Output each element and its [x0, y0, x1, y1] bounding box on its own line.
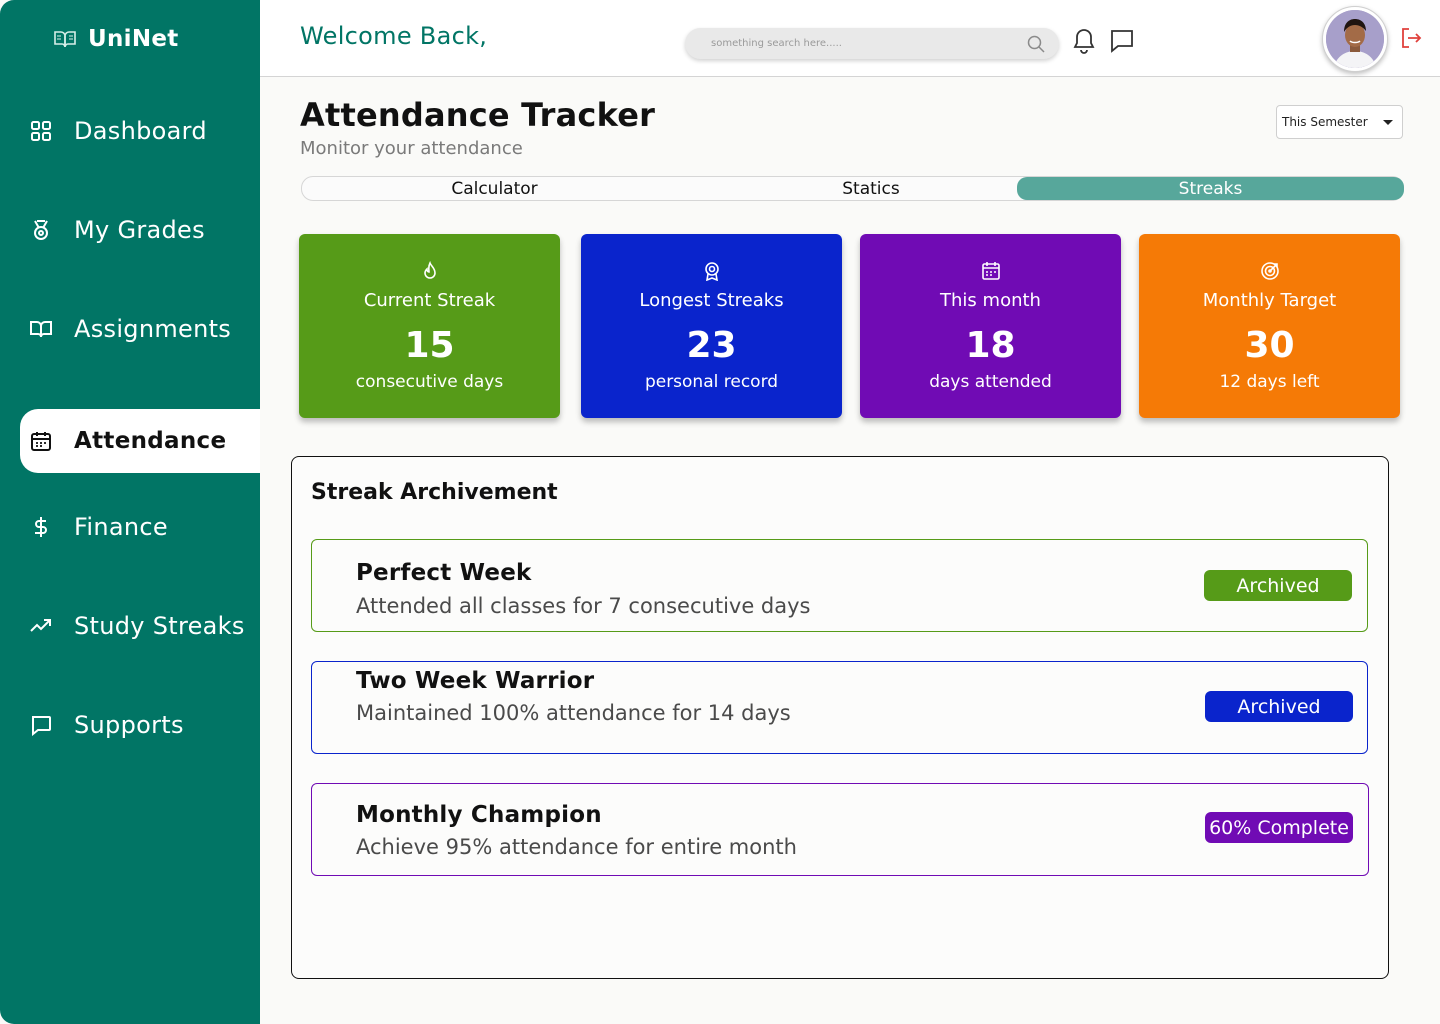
user-photo: [1326, 10, 1384, 68]
sidebar-item-finance[interactable]: Finance: [20, 495, 260, 559]
stat-title: Current Streak: [363, 290, 496, 311]
logout-icon[interactable]: [1400, 27, 1426, 53]
stat-caption: days attended: [929, 372, 1052, 392]
sidebar-item-label: Attendance: [74, 428, 227, 454]
sidebar-item-study-streaks[interactable]: Study Streaks: [20, 594, 260, 658]
sidebar-item-dashboard[interactable]: Dashboard: [20, 99, 260, 163]
achievement-perfect-week: Perfect Week Attended all classes for 7 …: [311, 539, 1368, 632]
sidebar: UniNet Dashboard My Grades Assignments A…: [0, 0, 260, 1024]
page-subtitle: Monitor your attendance: [300, 138, 523, 159]
sidebar-item-label: My Grades: [74, 216, 205, 244]
stat-card-monthly-target: Monthly Target 30 12 days left: [1139, 234, 1400, 418]
period-value: This Semester: [1282, 115, 1368, 129]
stat-caption: 12 days left: [1219, 372, 1320, 392]
book-icon: [30, 318, 52, 340]
achievements-title: Streak Archivement: [311, 480, 558, 505]
achievement-title: Perfect Week: [356, 560, 532, 586]
period-dropdown[interactable]: This Semester: [1276, 105, 1403, 139]
calendar-icon: [981, 261, 1001, 281]
stat-value: 23: [686, 325, 737, 366]
tab-bar: Calculator Statics Streaks: [301, 176, 1404, 201]
status-badge: Archived: [1204, 570, 1352, 601]
achievement-two-week-warrior: Two Week Warrior Maintained 100% attenda…: [311, 661, 1368, 754]
sidebar-item-label: Study Streaks: [74, 612, 245, 640]
status-badge: Archived: [1205, 691, 1353, 722]
chat-icon: [30, 714, 52, 736]
sidebar-item-my-grades[interactable]: My Grades: [20, 198, 260, 262]
brand-name: UniNet: [88, 26, 179, 52]
achievement-description: Attended all classes for 7 consecutive d…: [356, 594, 811, 618]
tab-statics[interactable]: Statics: [687, 177, 1055, 200]
stat-title: Monthly Target: [1202, 290, 1337, 311]
grid-icon: [30, 120, 52, 142]
caret-down-icon: [1383, 120, 1393, 125]
top-header: Welcome Back,: [260, 0, 1440, 77]
status-badge: 60% Complete: [1205, 812, 1353, 843]
search-input[interactable]: [711, 38, 1011, 49]
search-bar[interactable]: [685, 28, 1059, 59]
achievement-monthly-champion: Monthly Champion Achieve 95% attendance …: [311, 783, 1369, 876]
stat-title: This month: [940, 290, 1041, 311]
sidebar-item-attendance[interactable]: Attendance: [20, 409, 260, 473]
welcome-text: Welcome Back,: [300, 22, 488, 50]
sidebar-item-label: Finance: [74, 513, 168, 541]
achievement-title: Two Week Warrior: [356, 668, 595, 694]
stat-title: Longest Streaks: [639, 290, 784, 311]
sidebar-item-supports[interactable]: Supports: [20, 693, 260, 757]
achievement-description: Maintained 100% attendance for 14 days: [356, 701, 791, 725]
dollar-icon: [30, 516, 52, 538]
bell-icon[interactable]: [1072, 28, 1098, 54]
sidebar-item-label: Assignments: [74, 315, 232, 343]
avatar[interactable]: [1322, 6, 1388, 72]
medal-icon: [30, 219, 52, 241]
message-icon[interactable]: [1109, 28, 1135, 54]
achievement-description: Achieve 95% attendance for entire month: [356, 835, 797, 859]
stat-card-longest-streaks: Longest Streaks 23 personal record: [581, 234, 842, 418]
page-title: Attendance Tracker: [300, 96, 656, 134]
sidebar-item-label: Supports: [74, 711, 184, 739]
stat-value: 15: [404, 325, 455, 366]
search-icon[interactable]: [1027, 35, 1045, 57]
stat-value: 18: [965, 325, 1016, 366]
target-icon: [1260, 261, 1280, 281]
calendar-icon: [30, 430, 52, 452]
sidebar-item-assignments[interactable]: Assignments: [20, 297, 260, 361]
trend-up-icon: [30, 615, 52, 637]
stat-card-current-streak: Current Streak 15 consecutive days: [299, 234, 560, 418]
tab-calculator[interactable]: Calculator: [302, 177, 687, 200]
stat-caption: personal record: [644, 372, 779, 392]
stat-card-this-month: This month 18 days attended: [860, 234, 1121, 418]
sidebar-item-label: Dashboard: [74, 117, 207, 145]
book-open-icon: [54, 27, 78, 51]
stat-caption: consecutive days: [355, 372, 504, 392]
tab-streaks[interactable]: Streaks: [1017, 177, 1404, 200]
award-icon: [702, 261, 722, 282]
stat-value: 30: [1244, 325, 1295, 366]
flame-icon: [420, 260, 440, 281]
brand-logo[interactable]: UniNet: [54, 24, 179, 54]
achievement-title: Monthly Champion: [356, 802, 602, 828]
